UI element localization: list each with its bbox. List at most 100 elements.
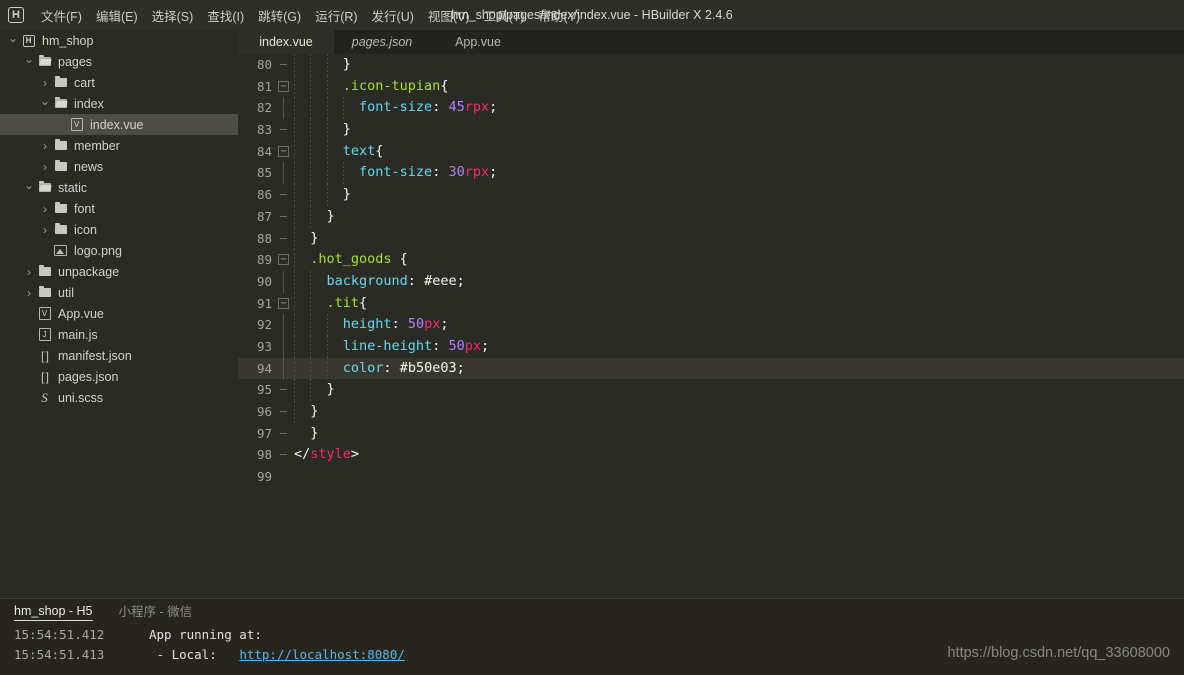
menu-publish[interactable]: 发行(U) bbox=[365, 2, 421, 29]
chevron-right-icon[interactable] bbox=[38, 77, 52, 89]
local-server-link[interactable]: http://localhost:8080/ bbox=[239, 645, 405, 665]
tree-item-label: unpackage bbox=[58, 264, 120, 279]
fold-toggle-icon[interactable]: − bbox=[278, 297, 289, 309]
code-text: } bbox=[294, 424, 319, 441]
editor-pane: index.vue pages.json App.vue 80 } 81− .icon… bbox=[238, 30, 1184, 598]
tree-item-main-js[interactable]: Jmain.js bbox=[0, 324, 238, 345]
fold-guide-icon bbox=[278, 384, 289, 395]
code-line[interactable]: 86 } bbox=[238, 184, 1184, 206]
code-text: } bbox=[294, 403, 319, 419]
project-explorer[interactable]: Hhm_shoppages cart index Vindex.vue member ne… bbox=[0, 30, 238, 598]
code-text: .hot_goods { bbox=[310, 251, 408, 268]
tree-item-news[interactable]: news bbox=[0, 156, 238, 177]
chevron-right-icon[interactable] bbox=[38, 203, 52, 215]
menu-edit[interactable]: 编辑(E) bbox=[89, 2, 145, 29]
fold-toggle-icon[interactable]: − bbox=[278, 80, 289, 92]
code-line[interactable]: 84− text{ bbox=[238, 140, 1184, 163]
chevron-down-icon[interactable] bbox=[38, 98, 52, 110]
tree-item-icon[interactable]: icon bbox=[0, 219, 238, 240]
code-line[interactable]: 92 height: 50px; bbox=[238, 314, 1184, 337]
code-text: } bbox=[294, 121, 351, 138]
menu-view[interactable]: 视图(V) bbox=[421, 2, 477, 29]
code-text: } bbox=[294, 381, 335, 398]
menu-goto[interactable]: 跳转(G) bbox=[251, 2, 308, 29]
chevron-right-icon[interactable] bbox=[22, 266, 36, 278]
code-line[interactable]: 96 } bbox=[238, 401, 1184, 423]
chevron-right-icon[interactable] bbox=[38, 161, 52, 173]
fold-toggle-icon[interactable]: − bbox=[278, 254, 289, 266]
code-line[interactable]: 99 bbox=[238, 466, 1184, 488]
tree-item-hm-shop[interactable]: Hhm_shop bbox=[0, 30, 238, 51]
tree-item-unpackage[interactable]: unpackage bbox=[0, 261, 238, 282]
console-tab-1[interactable]: 小程序 - 微信 bbox=[119, 601, 193, 623]
editor-tab-pages-json[interactable]: pages.json bbox=[334, 30, 430, 54]
tree-item-index-vue[interactable]: Vindex.vue bbox=[0, 114, 238, 135]
tree-item-uni-scss[interactable]: Suni.scss bbox=[0, 387, 238, 408]
code-text: color: #b50e03; bbox=[342, 359, 465, 376]
code-text: .tit{ bbox=[326, 294, 368, 311]
tree-item-label: main.js bbox=[58, 327, 98, 342]
code-text: text{ bbox=[342, 142, 384, 159]
code-line[interactable]: 81− .icon-tupian{ bbox=[238, 75, 1184, 98]
editor-tab-bar: index.vue pages.json App.vue bbox=[238, 30, 1184, 54]
code-text: font-size: 30rpx; bbox=[359, 164, 498, 181]
line-number: 82 bbox=[256, 100, 272, 116]
tree-item-font[interactable]: font bbox=[0, 198, 238, 219]
menu-select[interactable]: 选择(S) bbox=[145, 2, 201, 29]
tree-item-pages[interactable]: pages bbox=[0, 51, 238, 72]
menu-tools[interactable]: 工具(T) bbox=[477, 2, 532, 29]
code-line[interactable]: 93 line-height: 50px; bbox=[238, 335, 1184, 358]
editor-tab-app-vue[interactable]: App.vue bbox=[430, 30, 526, 54]
code-line[interactable]: 94 color: #b50e03; bbox=[238, 357, 1184, 380]
log-message: App running at: bbox=[149, 627, 262, 642]
tree-item-util[interactable]: util bbox=[0, 282, 238, 303]
fold-toggle-icon[interactable]: − bbox=[278, 145, 289, 157]
code-line[interactable]: 97 } bbox=[238, 423, 1184, 445]
tree-item-label: uni.scss bbox=[58, 390, 104, 405]
chevron-down-icon[interactable] bbox=[22, 182, 36, 194]
tree-item-cart[interactable]: cart bbox=[0, 72, 238, 93]
code-line[interactable]: 89− .hot_goods { bbox=[238, 249, 1184, 271]
chevron-down-icon[interactable] bbox=[6, 35, 20, 47]
chevron-right-icon[interactable] bbox=[22, 287, 36, 299]
chevron-down-icon[interactable] bbox=[22, 56, 36, 68]
code-line[interactable]: 91− .tit{ bbox=[238, 292, 1184, 315]
code-line[interactable]: 90 background: #eee; bbox=[238, 270, 1184, 293]
tree-item-manifest-json[interactable]: [ ] manifest.json bbox=[0, 345, 238, 366]
code-text: .icon-tupian{ bbox=[342, 77, 449, 94]
tree-item-index[interactable]: index bbox=[0, 93, 238, 114]
code-line[interactable]: 82 font-size: 45rpx; bbox=[238, 97, 1184, 120]
menu-help[interactable]: 帮助(Y) bbox=[532, 2, 588, 29]
tree-item-label: news bbox=[74, 159, 104, 174]
chevron-right-icon[interactable] bbox=[38, 224, 52, 236]
code-editor[interactable]: 80 } 81− .icon-tupian{82 font-size: 45rpx… bbox=[238, 54, 1184, 598]
tree-item-pages-json[interactable]: [ ] pages.json bbox=[0, 366, 238, 387]
code-line[interactable]: 83 } bbox=[238, 119, 1184, 141]
menu-file[interactable]: 文件(F) bbox=[34, 2, 89, 29]
menu-find[interactable]: 查找(I) bbox=[200, 2, 251, 29]
code-line[interactable]: 95 } bbox=[238, 379, 1184, 401]
code-line[interactable]: 98 </style> bbox=[238, 444, 1184, 466]
tree-item-app-vue[interactable]: V App.vue bbox=[0, 303, 238, 324]
code-text: } bbox=[294, 186, 351, 203]
chevron-right-icon[interactable] bbox=[38, 140, 52, 152]
code-text: } bbox=[294, 56, 351, 72]
tree-item-static[interactable]: static bbox=[0, 177, 238, 198]
code-text: background: #eee; bbox=[326, 272, 465, 289]
tree-item-logo-png[interactable]: logo.png bbox=[0, 240, 238, 261]
code-line[interactable]: 80 } bbox=[238, 54, 1184, 76]
tree-item-member[interactable]: member bbox=[0, 135, 238, 156]
code-line[interactable]: 85 font-size: 30rpx; bbox=[238, 162, 1184, 185]
code-line[interactable]: 88 } bbox=[238, 227, 1184, 250]
folder-icon bbox=[36, 264, 53, 276]
image-file-icon bbox=[52, 245, 69, 256]
editor-tab-index-vue[interactable]: index.vue bbox=[238, 30, 334, 54]
menu-run[interactable]: 运行(R) bbox=[308, 2, 364, 29]
tree-item-label: cart bbox=[74, 75, 95, 90]
json-file-icon: [ ] bbox=[40, 348, 49, 363]
code-line[interactable]: 87 } bbox=[238, 205, 1184, 228]
console-tab-0[interactable]: hm_shop - H5 bbox=[14, 604, 93, 621]
console-tab-bar: hm_shop - H5 小程序 - 微信 bbox=[0, 599, 1184, 625]
line-number: 88 bbox=[256, 230, 272, 246]
line-number: 89 bbox=[256, 252, 272, 268]
